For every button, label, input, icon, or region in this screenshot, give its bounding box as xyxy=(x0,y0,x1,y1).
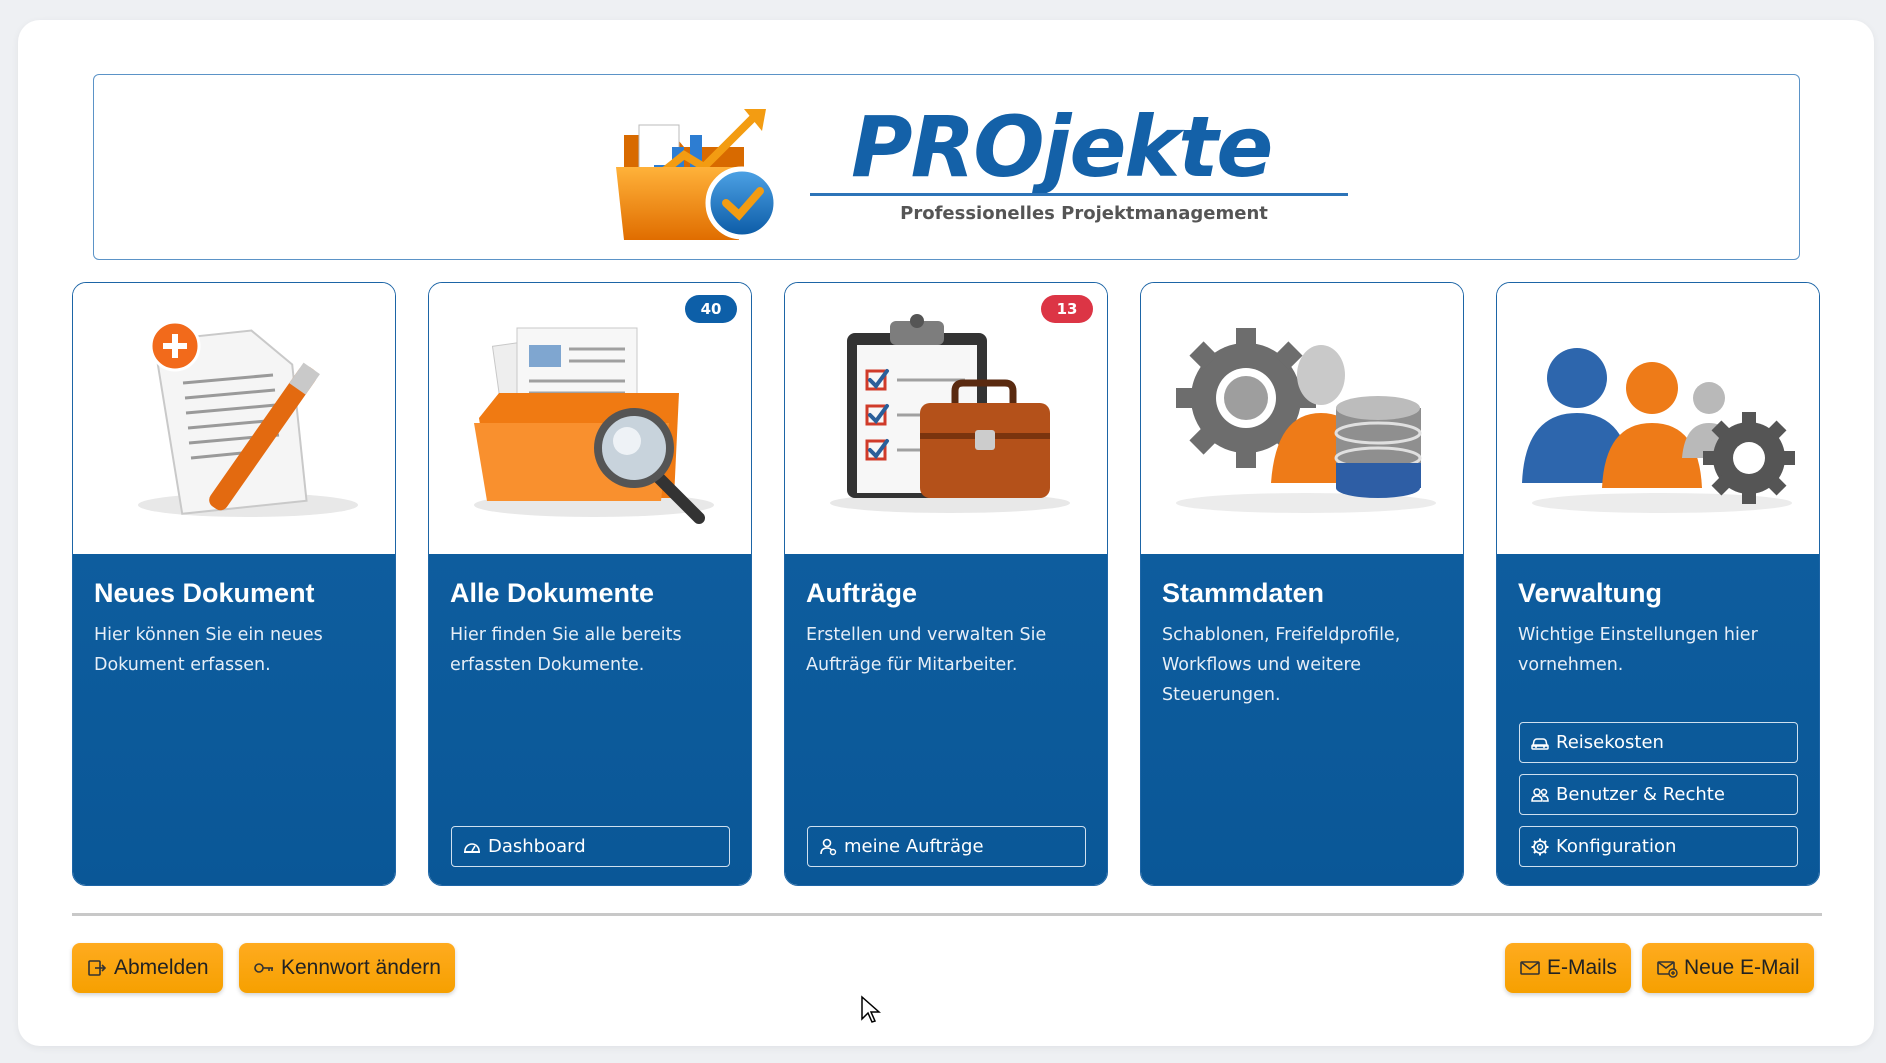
dashboard-icon xyxy=(464,842,480,853)
logo-subtitle: Professionelles Projektmanagement xyxy=(900,203,1268,224)
logo-title: PROjekte xyxy=(851,98,1273,196)
configuration-button[interactable]: Konfiguration xyxy=(1519,826,1798,867)
card-title: Stammdaten xyxy=(1162,578,1325,608)
folder-chart-logo-icon xyxy=(616,109,779,240)
envelope-plus-icon xyxy=(1657,961,1678,978)
travel-expenses-button[interactable]: Reisekosten xyxy=(1519,722,1798,763)
card-description: Hier finden Sie alle bereits erfassten D… xyxy=(450,625,682,675)
card-description: Wichtige Einstellungen hier vornehmen. xyxy=(1518,625,1758,675)
logout-button[interactable]: Abmelden xyxy=(72,943,223,993)
my-orders-button[interactable]: meine Aufträge xyxy=(807,826,1086,867)
users-icon xyxy=(1531,787,1549,802)
change-password-button[interactable]: Kennwort ändern xyxy=(239,943,455,993)
gear-icon xyxy=(1531,838,1549,855)
user-icon xyxy=(820,838,837,855)
envelope-icon xyxy=(1520,961,1540,975)
new-document-icon xyxy=(138,320,358,517)
documents-folder-icon xyxy=(474,327,714,524)
card-title: Neues Dokument xyxy=(94,578,315,608)
logo-banner: PROjekte Professionelles Projektmanageme… xyxy=(93,74,1800,260)
card-orders[interactable]: 13 Aufträge Erstellen und verwalten Sie … xyxy=(784,282,1108,886)
card-master-data[interactable]: Stammdaten Schablonen, Freifeldprofile, … xyxy=(1140,282,1464,886)
documents-count-badge: 40 xyxy=(685,295,737,323)
card-description: Erstellen und verwalten Sie Aufträge für… xyxy=(806,625,1047,675)
orders-count-badge: 13 xyxy=(1041,295,1093,323)
card-title: Verwaltung xyxy=(1518,578,1663,608)
card-new-document[interactable]: Neues Dokument Hier können Sie ein neues… xyxy=(72,282,396,886)
key-icon xyxy=(254,963,273,973)
mouse-cursor-icon xyxy=(861,995,881,1023)
car-icon xyxy=(1531,737,1549,750)
card-title: Alle Dokumente xyxy=(450,578,655,608)
new-email-button[interactable]: Neue E-Mail xyxy=(1642,943,1814,993)
card-administration[interactable]: Verwaltung Wichtige Einstellungen hier v… xyxy=(1496,282,1820,886)
footer-divider xyxy=(72,913,1822,916)
card-description: Schablonen, Freifeldprofile, Workflows u… xyxy=(1162,625,1401,705)
card-all-documents[interactable]: 40 Alle Dokumente Hier finden Sie alle b… xyxy=(428,282,752,886)
users-rights-button[interactable]: Benutzer & Rechte xyxy=(1519,774,1798,815)
card-title: Aufträge xyxy=(806,578,918,608)
emails-button[interactable]: E-Mails xyxy=(1505,943,1632,993)
users-gear-icon xyxy=(1522,348,1795,513)
clipboard-briefcase-icon xyxy=(830,314,1070,513)
logout-icon xyxy=(88,960,107,976)
dashboard-button[interactable]: Dashboard xyxy=(451,826,730,867)
card-description: Hier können Sie ein neues Dokument erfas… xyxy=(94,625,323,675)
logo-underline xyxy=(810,193,1348,196)
gear-database-icon xyxy=(1176,328,1436,513)
